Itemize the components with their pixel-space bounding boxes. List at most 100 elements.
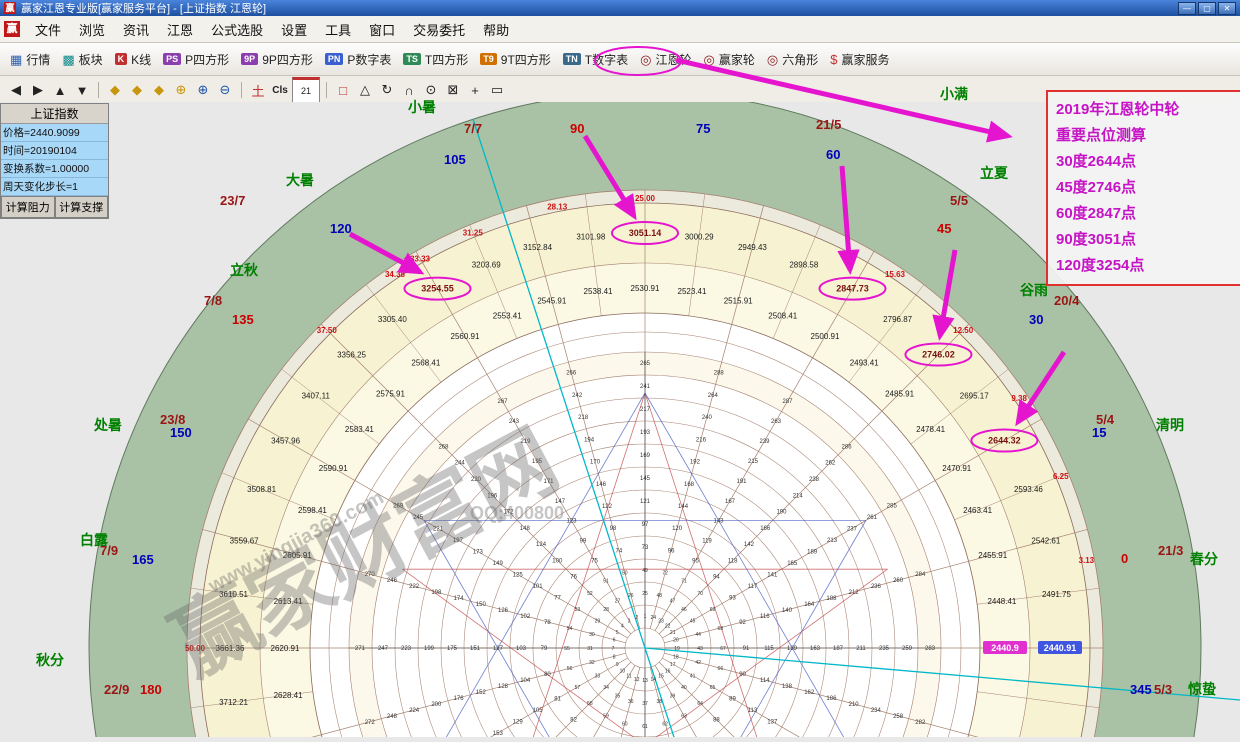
svg-text:212: 212 [849,590,860,596]
calendar-tool[interactable]: 21 [292,77,320,103]
9t-square-label: 9T四方形 [501,51,551,68]
svg-text:71: 71 [681,578,687,584]
arc-tool[interactable]: ∩ [399,80,419,100]
svg-text:78: 78 [544,620,551,626]
svg-text:74: 74 [616,548,623,554]
svg-text:119: 119 [702,539,712,545]
9p-square-label: 9P四方形 [262,51,313,68]
clear-tool[interactable]: Cls [270,80,290,100]
box-select-tool[interactable]: ⊠ [443,80,463,100]
svg-text:61: 61 [642,724,648,730]
instrument-rows: 价格=2440.9099时间=20190104变换系数=1.00000周天变化步… [1,124,108,196]
svg-text:25.00: 25.00 [635,194,656,203]
crosshair-tool[interactable]: + [465,80,485,100]
svg-text:15: 15 [658,674,664,680]
menu-工具[interactable]: 工具 [316,17,360,42]
toolbar-9p-square[interactable]: 9P9P四方形 [235,47,319,72]
target-tool[interactable]: ⊕ [171,80,191,100]
main-toolbar: ▦行情▩板块KK线PSP四方形9P9P四方形PNP数字表TST四方形T99T四方… [0,43,1240,76]
circle-tool[interactable]: ⊙ [421,80,441,100]
close-button[interactable]: ✕ [1218,2,1236,15]
menu-设置[interactable]: 设置 [272,17,316,42]
menu-公式选股[interactable]: 公式选股 [202,17,272,42]
toolbar-t-number-table[interactable]: TNT数字表 [557,47,634,72]
svg-text:1: 1 [644,614,647,620]
t-number-table-label: T数字表 [585,51,628,68]
gann-wheel-icon: ◎ [640,53,651,66]
svg-text:21: 21 [670,630,676,636]
toolbar-p-number-table[interactable]: PNP数字表 [319,47,398,72]
svg-text:121: 121 [640,499,651,505]
svg-text:10: 10 [620,669,626,675]
svg-text:3000.29: 3000.29 [685,233,714,242]
rotate-tool[interactable]: ↻ [377,80,397,100]
maximize-button[interactable]: ▢ [1198,2,1216,15]
svg-text:2796.87: 2796.87 [883,315,912,324]
svg-text:51: 51 [603,578,609,584]
svg-text:113: 113 [748,708,758,714]
menu-资讯[interactable]: 资讯 [114,17,158,42]
svg-text:144: 144 [678,504,689,510]
nav-forward[interactable]: ▶ [28,80,48,100]
diamond-tool-2[interactable]: ◆ [127,80,147,100]
toolbar-winner-service[interactable]: $赢家服务 [824,47,895,72]
svg-text:3712.21: 3712.21 [219,698,248,707]
toolbar-gann-wheel[interactable]: ◎江恩轮 [634,47,697,72]
toolbar-t-square[interactable]: TST四方形 [397,47,474,72]
svg-text:35: 35 [615,694,621,700]
menu-文件[interactable]: 文件 [26,17,70,42]
svg-text:2448.41: 2448.41 [987,597,1016,606]
svg-text:126: 126 [498,608,509,614]
arrow-up-tool[interactable]: ▲ [50,80,70,100]
toolbar-sectors[interactable]: ▩板块 [56,47,108,72]
diamond-tool-1[interactable]: ◆ [105,80,125,100]
menu-江恩[interactable]: 江恩 [158,17,202,42]
kline-label: K线 [131,51,151,68]
svg-text:3457.96: 3457.96 [271,437,300,446]
svg-text:3559.67: 3559.67 [230,537,259,546]
svg-text:105: 105 [533,708,544,714]
diamond-tool-3[interactable]: ◆ [149,80,169,100]
svg-text:2440.9: 2440.9 [991,643,1019,653]
minimize-button[interactable]: — [1178,2,1196,15]
gann-grid-tool[interactable]: 土 [248,80,268,100]
svg-text:39: 39 [670,694,676,700]
svg-text:264: 264 [708,393,719,399]
menu-交易委托[interactable]: 交易委托 [404,17,474,42]
svg-text:259: 259 [902,646,913,652]
button-计算支撑[interactable]: 计算支撑 [55,196,109,218]
zoom-in[interactable]: ⊕ [193,80,213,100]
svg-text:22: 22 [665,623,671,629]
svg-text:3305.40: 3305.40 [378,315,407,324]
svg-text:2440.91: 2440.91 [1044,643,1077,653]
rect-tool[interactable]: □ [333,80,353,100]
svg-text:37.50: 37.50 [317,326,338,335]
svg-text:29: 29 [595,619,601,625]
toolbar-hexagon[interactable]: ◎六角形 [761,47,824,72]
svg-text:141: 141 [767,573,778,579]
svg-text:82: 82 [570,717,577,723]
svg-text:2455.91: 2455.91 [978,551,1007,560]
triangle-tool[interactable]: △ [355,80,375,100]
svg-text:216: 216 [696,437,707,443]
menu-帮助[interactable]: 帮助 [474,17,518,42]
nav-back[interactable]: ◀ [6,80,26,100]
menu-窗口[interactable]: 窗口 [360,17,404,42]
svg-text:260: 260 [893,578,904,584]
toolbar-9t-square[interactable]: T99T四方形 [474,47,557,72]
svg-text:104: 104 [520,678,531,684]
toolbar-kline[interactable]: KK线 [109,47,158,72]
svg-text:58: 58 [587,701,593,707]
sectors-label: 板块 [79,51,103,68]
selection-tool[interactable]: ▭ [487,80,507,100]
toolbar-winner-wheel[interactable]: ◎赢家轮 [698,47,761,72]
zoom-out[interactable]: ⊖ [215,80,235,100]
svg-text:55: 55 [564,646,570,652]
button-计算阻力[interactable]: 计算阻力 [1,196,55,218]
toolbar-quotes[interactable]: ▦行情 [4,47,56,72]
svg-text:199: 199 [424,646,435,652]
toolbar-p-square[interactable]: PSP四方形 [157,47,235,72]
svg-text:137: 137 [767,720,778,726]
menu-浏览[interactable]: 浏览 [70,17,114,42]
filter-tool[interactable]: ▼ [72,80,92,100]
